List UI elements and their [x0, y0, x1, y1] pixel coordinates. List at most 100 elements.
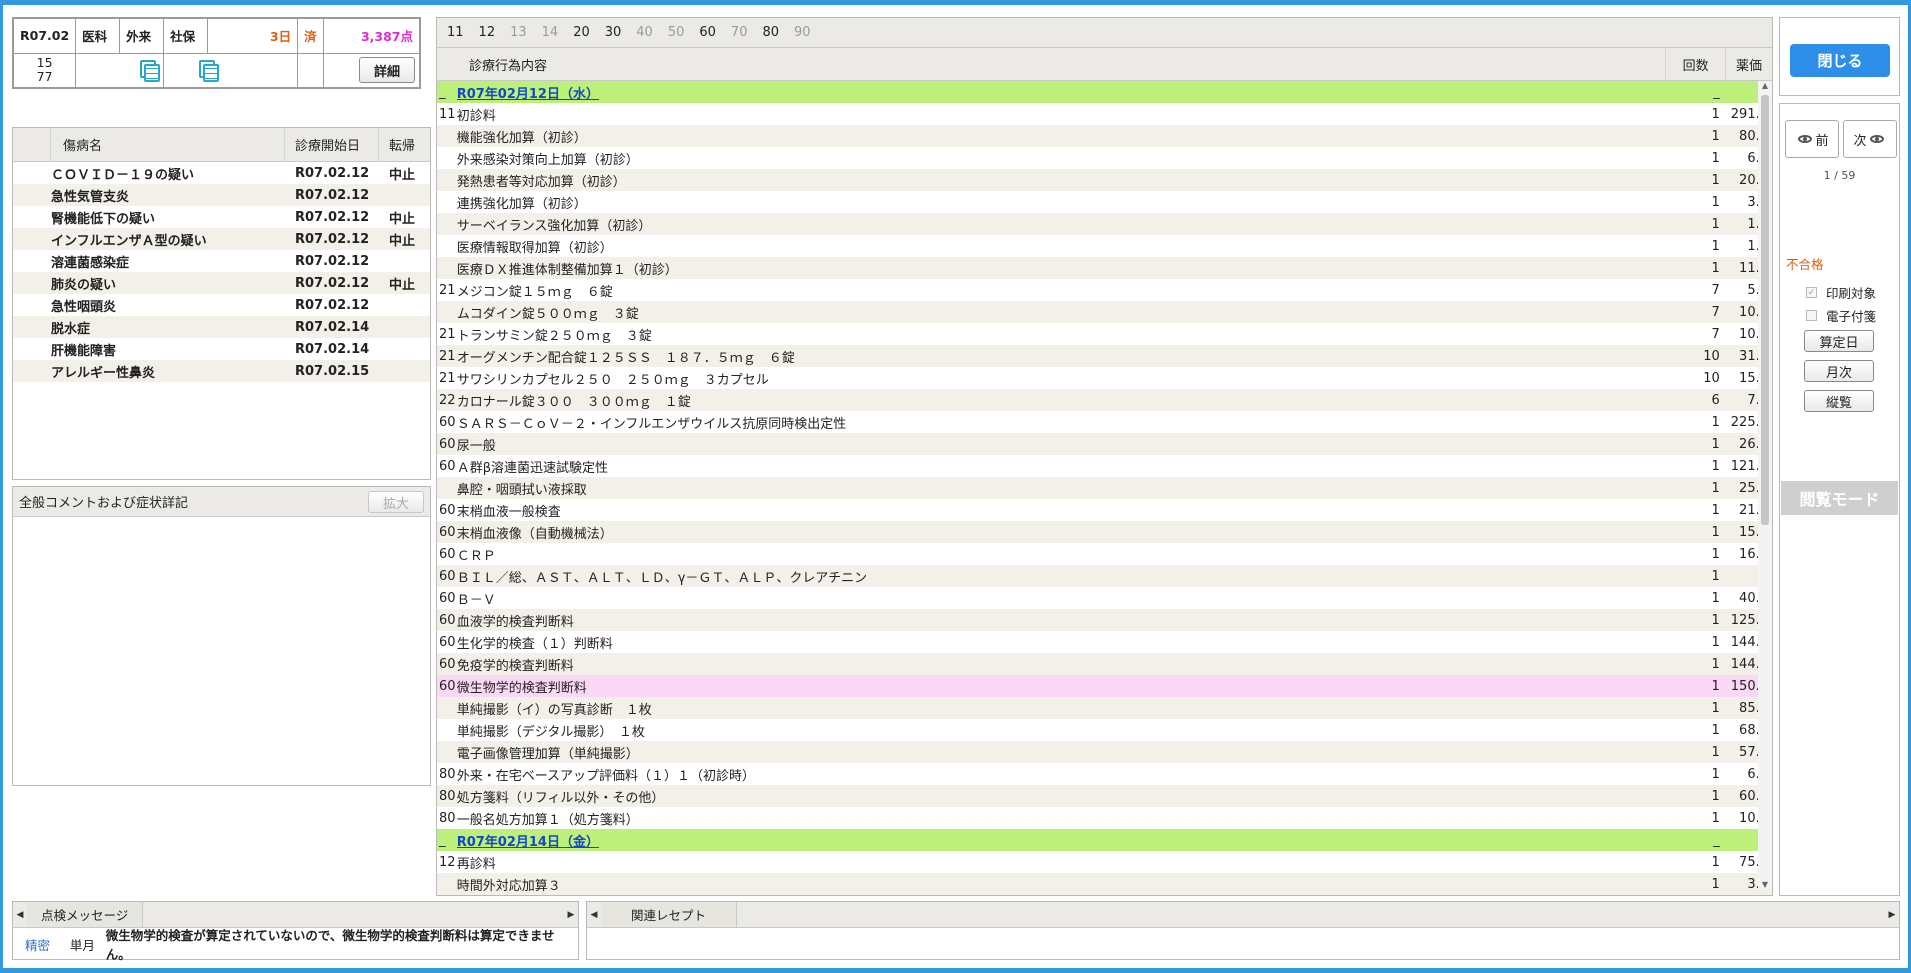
disease-row[interactable]: 脱水症 R07.02.14	[13, 316, 430, 338]
treatment-row[interactable]: 22カロナール錠３００ ３００ｍｇ １錠67.0	[437, 389, 1772, 411]
tab-11[interactable]: 11	[447, 25, 464, 40]
close-button[interactable]: 閉じる	[1790, 44, 1890, 77]
e-attach-checkbox[interactable]: 電子付箋	[1806, 306, 1876, 325]
tab-related-receipt[interactable]: 関連レセプト	[601, 902, 738, 927]
vertical-view-button[interactable]: 縦覧	[1804, 390, 1874, 412]
treatment-row[interactable]: サーベイランス強化加算（初診）11.0	[437, 213, 1772, 235]
calc-date-button[interactable]: 算定日	[1804, 330, 1874, 352]
tab-90: 90	[794, 25, 811, 40]
scroll-thumb[interactable]	[1761, 95, 1769, 525]
treatment-row[interactable]: 単純撮影（デジタル撮影） １枚 1 68.0	[437, 719, 1772, 741]
row-code: 60	[439, 458, 456, 474]
print-target-checkbox[interactable]: ✓ 印刷対象	[1806, 283, 1876, 302]
comment-textarea[interactable]	[13, 517, 430, 785]
document-icon[interactable]	[139, 59, 161, 82]
row-code: 80	[439, 766, 456, 782]
treatment-row[interactable]: 電子画像管理加算（単純撮影） 1 57.0	[437, 741, 1772, 763]
row-code: 21	[439, 348, 456, 364]
treatment-row[interactable]: 60 末梢血液像（自動機械法） 1 15.0	[437, 521, 1772, 543]
row-count: 1	[1711, 590, 1720, 606]
disease-row[interactable]: 肝機能障害 R07.02.14	[13, 338, 430, 360]
treatment-row[interactable]: 60 免疫学的検査判断料 1 144.0	[437, 653, 1772, 675]
department: 医科	[75, 18, 121, 54]
chevron-right-icon[interactable]: ▶	[564, 910, 578, 920]
date-row[interactable]: _R07年02月14日（金）__	[437, 829, 1772, 851]
row-name: 外来感染対策向上加算（初診）	[456, 152, 639, 168]
treatment-row[interactable]: 60 Ａ群β溶連菌迅速試験定性 1 121.0	[437, 455, 1772, 477]
treatment-row[interactable]: 発熱患者等対応加算（初診） 1 20.0	[437, 169, 1772, 191]
header-start-date[interactable]: 診療開始日	[285, 128, 379, 161]
treatment-row[interactable]: 医療情報取得加算（初診）11.0	[437, 235, 1772, 257]
treatment-row[interactable]: 60 ＣＲＰ 1 16.0	[437, 543, 1772, 565]
treatment-row[interactable]: 80外来・在宅ベースアップ評価料（１）１（初診時）16.0	[437, 763, 1772, 785]
document-icon[interactable]	[198, 59, 220, 82]
row-count: 1	[1711, 634, 1720, 650]
row-name: R07年02月12日（水）	[456, 86, 599, 102]
treatment-row[interactable]: 60 微生物学的検査判断料 1 150.0	[437, 675, 1772, 697]
empty-cell	[297, 52, 324, 88]
treatment-row[interactable]: 鼻腔・咽頭拭い液採取 1 25.0	[437, 477, 1772, 499]
patient-numbers: 15 77	[12, 52, 77, 88]
tab-12[interactable]: 12	[479, 25, 496, 40]
insurance-type: 社保	[163, 18, 209, 54]
treatment-row[interactable]: 単純撮影（イ）の写真診断 １枚 1 85.0	[437, 697, 1772, 719]
treatment-row[interactable]: 21 オーグメンチン配合錠１２５ＳＳ １８７．５ｍｇ ６錠 10 31.8	[437, 345, 1772, 367]
next-button[interactable]: 次	[1843, 120, 1897, 158]
treatment-row[interactable]: 80 処方箋料（リフィル以外・その他） 1 60.0	[437, 785, 1772, 807]
monthly-button[interactable]: 月次	[1804, 360, 1874, 382]
tab-20[interactable]: 20	[573, 25, 590, 40]
expand-button[interactable]: 拡大	[368, 491, 424, 513]
message-text: 微生物学的検査が算定されていないので、微生物学的検査判断料は算定できません。	[105, 928, 555, 962]
disease-row[interactable]: 腎機能低下の疑い R07.02.12 中止	[13, 206, 430, 228]
prev-button[interactable]: 前	[1785, 120, 1839, 158]
treatment-row[interactable]: 21メジコン錠１５ｍｇ ６錠75.7	[437, 279, 1772, 301]
tab-14: 14	[541, 25, 559, 40]
chevron-left-icon[interactable]: ◀	[587, 910, 601, 920]
treatment-row[interactable]: 21 サワシリンカプセル２５０ ２５０ｍｇ ３カプセル 10 15.3	[437, 367, 1772, 389]
treatment-row[interactable]: 60 血液学的検査判断料 1 125.0	[437, 609, 1772, 631]
treatment-row[interactable]: 医療ＤＸ推進体制整備加算１（初診） 1 11.0	[437, 257, 1772, 279]
tab-30[interactable]: 30	[605, 25, 622, 40]
scroll-up-icon[interactable]: ▲	[1758, 81, 1772, 90]
treatment-row[interactable]: 12 再診料 1 75.0	[437, 851, 1772, 873]
detail-cell: 詳細	[322, 52, 421, 88]
treatment-row[interactable]: 11 初診料 1 291.0	[437, 103, 1772, 125]
disease-row[interactable]: 急性咽頭炎 R07.02.12	[13, 294, 430, 316]
treatment-row[interactable]: 60 尿一般 1 26.0	[437, 433, 1772, 455]
treatment-row[interactable]: 60 ＳＡＲＳ－ＣｏＶ－２・インフルエンザウイルス抗原同時検出定性 1 225.0	[437, 411, 1772, 433]
disease-row[interactable]: 肺炎の疑い R07.02.12 中止	[13, 272, 430, 294]
tab-80[interactable]: 80	[762, 25, 779, 40]
header-disease-name[interactable]: 傷病名	[51, 128, 285, 161]
treatment-row[interactable]: 時間外対応加算３13.0	[437, 873, 1772, 895]
row-code: 60	[439, 546, 456, 562]
chevron-right-icon[interactable]: ▶	[1885, 910, 1899, 920]
disease-row[interactable]: 溶連菌感染症 R07.02.12	[13, 250, 430, 272]
treatment-row[interactable]: 80 一般名処方加算１（処方箋料） 1 10.0	[437, 807, 1772, 829]
disease-row[interactable]: インフルエンザＡ型の疑い R07.02.12 中止	[13, 228, 430, 250]
treatment-row[interactable]: 機能強化加算（初診） 1 80.0	[437, 125, 1772, 147]
header-outcome[interactable]: 転帰	[379, 128, 429, 161]
vertical-scrollbar[interactable]: ▲ ▼	[1758, 81, 1772, 889]
treatment-row[interactable]: 21 トランサミン錠２５０ｍｇ ３錠 7 10.1	[437, 323, 1772, 345]
row-name: サワシリンカプセル２５０ ２５０ｍｇ ３カプセル	[456, 372, 769, 388]
scroll-down-icon[interactable]: ▼	[1758, 880, 1772, 889]
message-row[interactable]: 精密 単月 微生物学的検査が算定されていないので、微生物学的検査判断料は算定でき…	[13, 928, 578, 962]
disease-date: R07.02.12	[295, 297, 370, 313]
treatment-row[interactable]: 60 生化学的検査（１）判断料 1 144.0	[437, 631, 1772, 653]
treatment-row[interactable]: 60 Ｂ－Ｖ 1 40.0	[437, 587, 1772, 609]
treatment-row[interactable]: 連携強化加算（初診）13.0	[437, 191, 1772, 213]
row-count: 1	[1711, 172, 1720, 188]
chevron-left-icon[interactable]: ◀	[13, 910, 27, 920]
date-row[interactable]: _R07年02月12日（水）__	[437, 81, 1772, 103]
tab-60[interactable]: 60	[699, 25, 716, 40]
treatment-row[interactable]: 外来感染対策向上加算（初診）16.0	[437, 147, 1772, 169]
disease-row[interactable]: ＣＯＶＩＤ－１９の疑い R07.02.12 中止	[13, 162, 430, 184]
disease-row[interactable]: 急性気管支炎 R07.02.12	[13, 184, 430, 206]
row-name: 医療ＤＸ推進体制整備加算１（初診）	[456, 262, 678, 278]
treatment-row[interactable]: ムコダイン錠５００ｍｇ ３錠 7 10.1	[437, 301, 1772, 323]
treatment-row[interactable]: 60 ＢＩＬ／総、ＡＳＴ、ＡＬＴ、ＬＤ、γ－ＧＴ、ＡＬＰ、クレアチニン 1	[437, 565, 1772, 587]
treatment-row[interactable]: 60 末梢血液一般検査 1 21.0	[437, 499, 1772, 521]
disease-row[interactable]: アレルギー性鼻炎 R07.02.15	[13, 360, 430, 382]
tab-check-message[interactable]: 点検メッセージ	[27, 902, 144, 927]
detail-button[interactable]: 詳細	[359, 57, 415, 84]
